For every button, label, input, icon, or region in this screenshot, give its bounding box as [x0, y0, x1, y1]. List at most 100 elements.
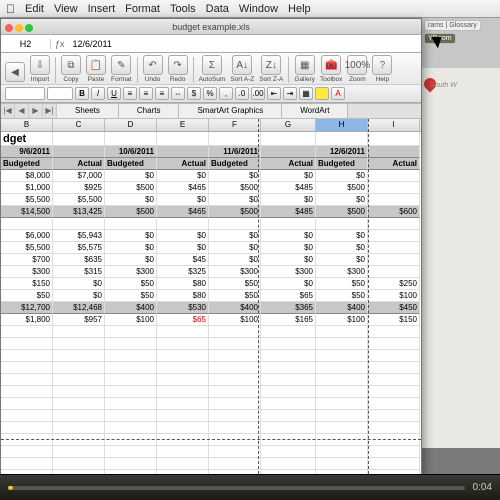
percent-button[interactable]: %	[203, 87, 217, 100]
cell[interactable]	[53, 446, 105, 458]
align-right-button[interactable]: ≡	[155, 87, 169, 100]
cell[interactable]	[261, 410, 316, 422]
column-headers[interactable]: B C D E F G H I	[1, 119, 421, 132]
cell[interactable]: $65	[261, 290, 316, 302]
cell[interactable]: $0	[105, 242, 157, 254]
col-b[interactable]: B	[1, 119, 53, 131]
cell[interactable]	[209, 458, 261, 470]
col-f[interactable]: F	[209, 119, 261, 131]
cell[interactable]	[368, 350, 420, 362]
cell[interactable]: $50	[1, 290, 53, 302]
menu-format[interactable]: Format	[125, 3, 160, 15]
cell[interactable]	[53, 458, 105, 470]
table-row[interactable]	[1, 434, 421, 446]
cell[interactable]	[368, 386, 420, 398]
cell[interactable]	[209, 338, 261, 350]
redo-button[interactable]: ↷Redo	[166, 55, 190, 83]
cell[interactable]	[368, 422, 420, 434]
cell[interactable]	[261, 446, 316, 458]
cell[interactable]: $0	[157, 230, 209, 242]
cell[interactable]	[53, 362, 105, 374]
cell[interactable]: $0	[316, 170, 368, 182]
cell[interactable]: $485	[261, 206, 316, 218]
cell[interactable]: $0	[53, 290, 105, 302]
cell[interactable]	[53, 410, 105, 422]
cell[interactable]	[53, 218, 105, 230]
cell[interactable]	[53, 386, 105, 398]
cell[interactable]: $80	[157, 278, 209, 290]
copy-button[interactable]: ⧉Copy	[59, 55, 83, 83]
paste-button[interactable]: 📋Paste	[84, 55, 108, 83]
cell[interactable]: $100	[368, 290, 420, 302]
table-row[interactable]	[1, 386, 421, 398]
table-row[interactable]	[1, 422, 421, 434]
table-row[interactable]: $300$315$300$325$300$300$300	[1, 266, 421, 278]
cell[interactable]: $0	[261, 170, 316, 182]
size-select[interactable]	[47, 87, 73, 100]
menu-data[interactable]: Data	[206, 3, 229, 15]
cell[interactable]	[368, 338, 420, 350]
cell[interactable]	[1, 374, 53, 386]
cell[interactable]	[316, 410, 368, 422]
table-row[interactable]	[1, 362, 421, 374]
cell[interactable]	[316, 362, 368, 374]
tab-smartart[interactable]: SmartArt Graphics	[179, 104, 282, 118]
borders-button[interactable]: ▦	[299, 87, 313, 100]
cell[interactable]	[105, 374, 157, 386]
video-scrubber[interactable]	[8, 486, 465, 490]
cell[interactable]: $45	[157, 254, 209, 266]
cell[interactable]: $1,800	[1, 314, 53, 326]
cell[interactable]: $465	[157, 206, 209, 218]
cell[interactable]	[209, 386, 261, 398]
import-button[interactable]: ⇩Import	[28, 55, 52, 83]
cell[interactable]	[157, 446, 209, 458]
col-e[interactable]: E	[157, 119, 209, 131]
tab-charts[interactable]: Charts	[119, 104, 180, 118]
cell[interactable]	[157, 218, 209, 230]
cell[interactable]: $400	[209, 302, 261, 314]
cell[interactable]: $0	[209, 242, 261, 254]
window-titlebar[interactable]: budget example.xls	[1, 19, 421, 35]
cell[interactable]: dget	[1, 132, 53, 146]
cell[interactable]: $0	[157, 170, 209, 182]
autosum-button[interactable]: ΣAutoSum	[197, 55, 228, 83]
cell[interactable]: $5,500	[1, 242, 53, 254]
cell[interactable]: Budgeted	[316, 158, 368, 170]
cell[interactable]: Actual	[53, 158, 105, 170]
table-row[interactable]: $5,500$5,500$0$0$0$0$0	[1, 194, 421, 206]
table-row[interactable]	[1, 398, 421, 410]
cell[interactable]	[368, 182, 420, 194]
cell[interactable]: $0	[261, 254, 316, 266]
cell[interactable]	[316, 386, 368, 398]
cell[interactable]	[209, 326, 261, 338]
table-row[interactable]: $150$0$50$80$50$0$50$250	[1, 278, 421, 290]
cell[interactable]: $0	[209, 194, 261, 206]
cell[interactable]	[157, 434, 209, 446]
cell[interactable]: 12/6/2011	[316, 146, 368, 158]
cell[interactable]	[261, 458, 316, 470]
cell[interactable]	[53, 422, 105, 434]
col-d[interactable]: D	[105, 119, 157, 131]
cell[interactable]: $250	[368, 278, 420, 290]
cell[interactable]: Budgeted	[1, 158, 53, 170]
currency-button[interactable]: $	[187, 87, 201, 100]
cell[interactable]: $0	[316, 254, 368, 266]
cell[interactable]: $0	[209, 230, 261, 242]
cell[interactable]	[157, 398, 209, 410]
cell[interactable]: $0	[105, 170, 157, 182]
cell[interactable]: Actual	[157, 158, 209, 170]
cell[interactable]	[209, 362, 261, 374]
cell[interactable]: 10/6/2011	[105, 146, 157, 158]
cell[interactable]	[105, 458, 157, 470]
cell[interactable]	[105, 410, 157, 422]
table-row[interactable]: $14,500$13,425$500$465$500$485$500$600	[1, 206, 421, 218]
cell[interactable]: $7,000	[53, 170, 105, 182]
close-icon[interactable]	[5, 24, 13, 32]
cell[interactable]	[316, 218, 368, 230]
col-i[interactable]: I	[368, 119, 420, 131]
cell[interactable]	[209, 374, 261, 386]
cell[interactable]: $50	[209, 278, 261, 290]
cell[interactable]	[368, 230, 420, 242]
cell[interactable]: $300	[316, 266, 368, 278]
table-row[interactable]	[1, 350, 421, 362]
